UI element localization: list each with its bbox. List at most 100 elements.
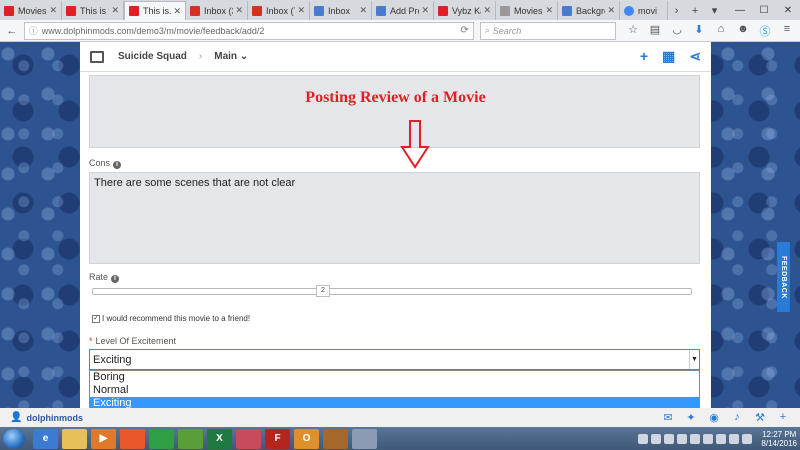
- download-icon[interactable]: ⬇: [690, 23, 708, 39]
- browser-tab-strip: Movies A...✕ This is th...✕ This is...✕ …: [0, 0, 800, 20]
- brand-link[interactable]: 👤 dolphinmods: [10, 412, 83, 423]
- excitement-option[interactable]: Normal: [90, 384, 699, 397]
- tray-icon[interactable]: [677, 433, 688, 444]
- browser-tab[interactable]: Inbox ✕: [310, 1, 372, 20]
- reload-icon[interactable]: ⟳: [460, 25, 468, 36]
- chevron-down-icon[interactable]: ▼: [689, 350, 699, 369]
- excitement-label: * Level Of Excitement: [89, 336, 176, 346]
- excitement-select[interactable]: Exciting ▼: [89, 349, 700, 370]
- skype-icon[interactable]: Ⓢ: [756, 23, 774, 39]
- close-window-icon[interactable]: ✕: [776, 5, 800, 16]
- chevron-down-icon: ⌄: [239, 51, 249, 62]
- browser-tab[interactable]: Movies o...✕: [496, 1, 558, 20]
- twitter-icon[interactable]: ✦: [684, 411, 698, 424]
- minimize-icon[interactable]: —: [728, 5, 752, 16]
- close-icon[interactable]: ✕: [359, 5, 367, 16]
- share-icon[interactable]: ⋖: [689, 48, 701, 65]
- tools-app-icon[interactable]: [352, 428, 377, 449]
- bell-icon[interactable]: ♪: [730, 411, 744, 424]
- reading-list-icon[interactable]: ▤: [646, 23, 664, 39]
- browser-tab[interactable]: movi: [620, 1, 668, 20]
- rate-slider-track[interactable]: [92, 288, 692, 295]
- bookmark-star-icon[interactable]: ☆: [624, 23, 642, 39]
- add-icon[interactable]: +: [640, 48, 648, 65]
- recommend-label[interactable]: I would recommend this movie to a friend…: [102, 314, 250, 323]
- paint-app-icon[interactable]: [236, 428, 261, 449]
- taskbar-clock[interactable]: 12:27 PM 8/14/2016: [761, 430, 797, 448]
- browser-tab[interactable]: Movies A...✕: [0, 1, 62, 20]
- link-icon: [314, 5, 324, 16]
- tab-controls: › + ▾: [668, 1, 724, 20]
- add-icon[interactable]: +: [776, 411, 790, 424]
- url-bar[interactable]: ⓘ www.dolphinmods.com/demo3/m/movie/feed…: [23, 21, 474, 40]
- info-icon[interactable]: i: [111, 275, 120, 283]
- volume-icon[interactable]: [729, 433, 740, 444]
- cons-textarea[interactable]: There are some scenes that are not clear: [89, 172, 700, 264]
- back-icon[interactable]: ←: [4, 23, 20, 39]
- excitement-dropdown-list: Boring Normal Exciting: [89, 370, 700, 411]
- close-icon[interactable]: ✕: [545, 5, 553, 16]
- browser-tab[interactable]: Vybz Kart...✕: [434, 1, 496, 20]
- close-icon[interactable]: ✕: [297, 5, 305, 16]
- close-icon[interactable]: ✕: [421, 5, 429, 16]
- info-icon[interactable]: i: [113, 161, 122, 169]
- media-player-icon[interactable]: ▶: [91, 428, 116, 449]
- close-icon[interactable]: ✕: [607, 5, 615, 16]
- tray-icon[interactable]: [664, 433, 675, 444]
- browser-tab[interactable]: Inbox (38...✕: [186, 1, 248, 20]
- recommend-checkbox[interactable]: ✓: [92, 314, 100, 323]
- pocket-icon[interactable]: ◡: [668, 23, 686, 39]
- site-identity-icon[interactable]: ⓘ: [29, 24, 38, 37]
- close-icon[interactable]: ✕: [49, 5, 57, 16]
- excitement-option[interactable]: Boring: [90, 371, 699, 384]
- firefox-icon[interactable]: [120, 428, 145, 449]
- filezilla-icon[interactable]: F: [265, 428, 290, 449]
- user-icon: 👤: [10, 412, 23, 423]
- tray-icon[interactable]: [716, 433, 727, 444]
- browser-tab[interactable]: Backgrou...✕: [558, 1, 620, 20]
- excitement-label-text: Level Of Excitement: [95, 336, 177, 346]
- chevron-down-icon[interactable]: ▾: [712, 4, 718, 17]
- tray-icon[interactable]: [690, 433, 701, 444]
- site-footer-bar: 👤 dolphinmods ✉ ✦ ◉ ♪ ⚒ +: [0, 408, 800, 427]
- chat-icon[interactable]: ☻: [734, 23, 752, 39]
- maximize-icon[interactable]: ☐: [752, 5, 776, 16]
- new-tab-icon[interactable]: +: [692, 5, 698, 17]
- excel-icon[interactable]: X: [207, 428, 232, 449]
- menu-icon[interactable]: ≡: [778, 23, 796, 39]
- search-input[interactable]: ⌕ Search: [479, 21, 616, 40]
- internet-explorer-icon[interactable]: e: [33, 428, 58, 449]
- breadcrumb-movie[interactable]: Suicide Squad: [118, 51, 187, 62]
- close-icon[interactable]: ✕: [111, 5, 119, 16]
- chrome-icon[interactable]: [149, 428, 174, 449]
- film-strip-icon[interactable]: ▦: [662, 48, 675, 65]
- outlook-icon[interactable]: O: [294, 428, 319, 449]
- wrench-icon[interactable]: ⚒: [753, 411, 767, 424]
- gmail-icon: [252, 5, 262, 16]
- globe-icon[interactable]: ◉: [707, 411, 721, 424]
- network-icon[interactable]: [742, 433, 753, 444]
- tray-icon[interactable]: [638, 433, 649, 444]
- link-icon: [562, 5, 572, 16]
- close-icon[interactable]: ✕: [483, 5, 491, 16]
- frog-app-icon[interactable]: [178, 428, 203, 449]
- browser-tab[interactable]: This is th...✕: [62, 1, 124, 20]
- start-button[interactable]: [3, 428, 25, 449]
- file-explorer-icon[interactable]: [62, 428, 87, 449]
- film-icon: [90, 50, 104, 63]
- mail-icon[interactable]: ✉: [661, 411, 675, 424]
- pros-textarea[interactable]: [89, 75, 700, 148]
- browser-tab[interactable]: Inbox (76...✕: [248, 1, 310, 20]
- archive-app-icon[interactable]: [323, 428, 348, 449]
- breadcrumb-section[interactable]: Main ⌄: [214, 51, 248, 62]
- tray-icon[interactable]: [703, 433, 714, 444]
- browser-tab-active[interactable]: This is...✕: [124, 1, 186, 20]
- feedback-tab[interactable]: FEEDBACK: [777, 242, 790, 312]
- rate-slider-handle[interactable]: 2: [316, 285, 330, 297]
- close-icon[interactable]: ✕: [173, 6, 181, 17]
- tab-scroll-right-icon[interactable]: ›: [675, 5, 679, 17]
- tray-icon[interactable]: [651, 433, 662, 444]
- close-icon[interactable]: ✕: [235, 5, 243, 16]
- home-icon[interactable]: ⌂: [712, 23, 730, 39]
- browser-tab[interactable]: Add Prod...✕: [372, 1, 434, 20]
